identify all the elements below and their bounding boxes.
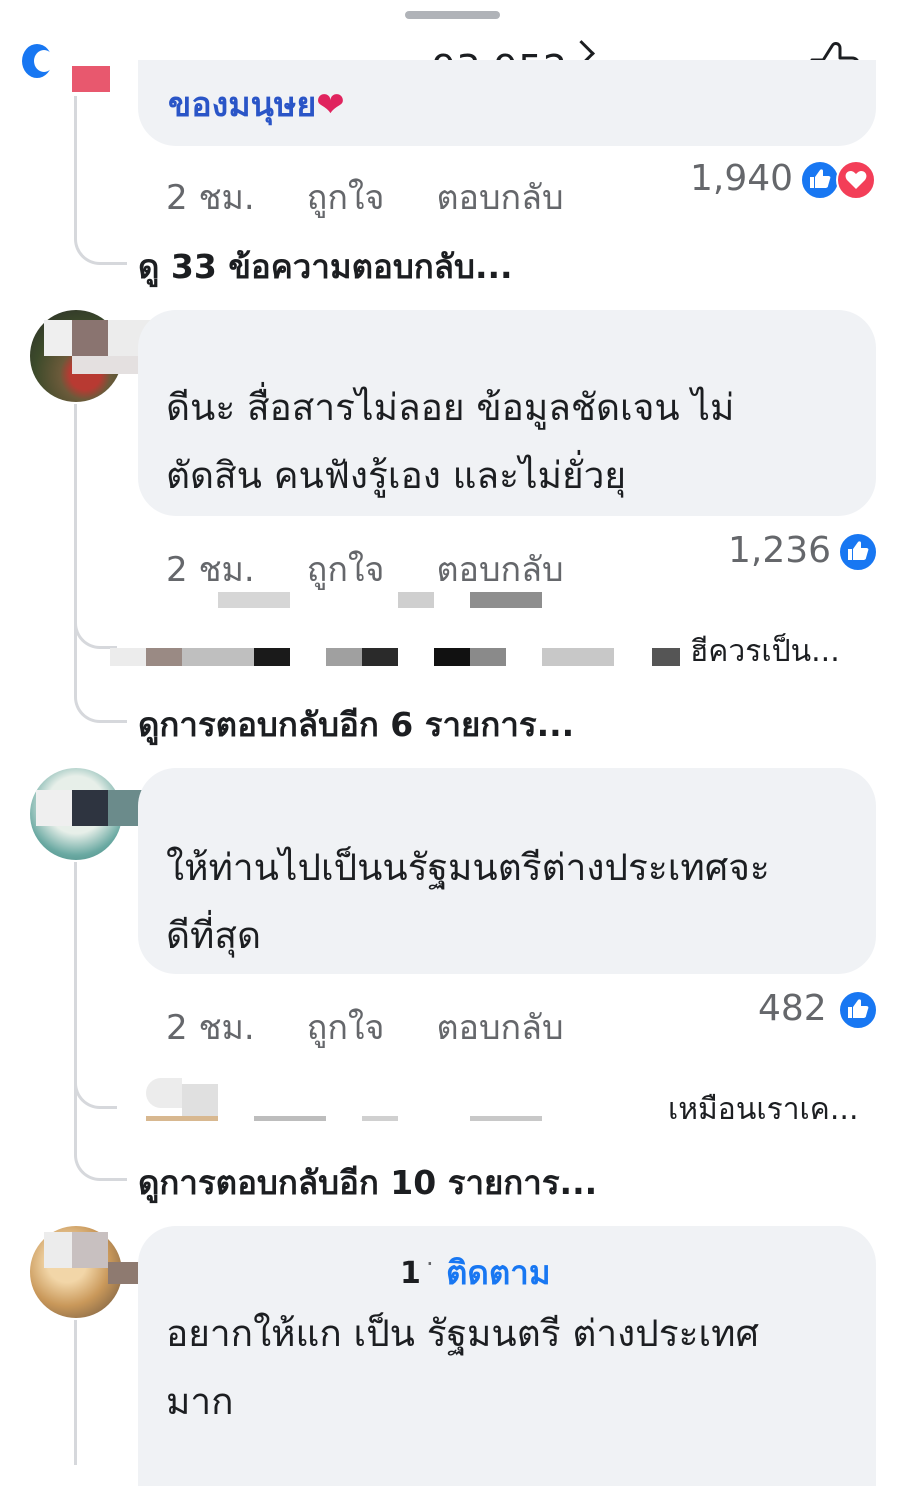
view-more-replies-link[interactable]: ดู 33 ข้อความตอบกลับ... xyxy=(138,240,513,293)
comment-meta: 2 ชม. ถูกใจ ตอบกลับ xyxy=(166,542,616,596)
reply-link[interactable]: ตอบกลับ xyxy=(436,178,563,218)
thread-connector xyxy=(74,670,127,723)
comment-text: ดีนะ สื่อสารไม่ลอย ข้อมูลชัดเจน ไม่ xyxy=(166,386,735,429)
comment-meta: 2 ชม. ถูกใจ ตอบกลับ xyxy=(166,170,616,224)
thread-connector xyxy=(74,600,117,649)
thread-line xyxy=(74,1320,77,1465)
comment-text: ดีที่สุด xyxy=(166,914,262,957)
follow-button[interactable]: ติดตาม xyxy=(446,1246,551,1299)
reply-link[interactable]: ตอบกลับ xyxy=(436,550,563,590)
separator-dot: · xyxy=(426,1250,434,1278)
thread-line xyxy=(74,862,77,1152)
like-icon xyxy=(838,990,878,1030)
reaction-count[interactable]: 1,940 xyxy=(690,158,793,199)
like-link[interactable]: ถูกใจ xyxy=(307,1008,385,1048)
comment-text: มาก xyxy=(166,1380,234,1423)
commenter-name-suffix[interactable]: 1 xyxy=(400,1256,421,1291)
thread-connector xyxy=(74,1128,127,1181)
view-more-replies-link[interactable]: ดูการตอบกลับอีก 6 รายการ... xyxy=(138,698,574,751)
comment-time: 2 ชม. xyxy=(166,178,255,218)
like-link[interactable]: ถูกใจ xyxy=(307,178,385,218)
like-icon xyxy=(800,160,840,200)
comment-text-partial: ของมนุษย❤ xyxy=(168,92,345,125)
reply-preview-text[interactable]: ฮีควรเป็น... xyxy=(690,628,840,675)
thread-connector xyxy=(74,1060,117,1109)
reaction-summary-icon xyxy=(22,44,54,78)
comment-text: อยากให้แก เป็น รัฐมนตรี ต่างประเทศ xyxy=(166,1312,759,1355)
sheet-drag-handle[interactable] xyxy=(405,11,500,19)
like-link[interactable]: ถูกใจ xyxy=(307,550,385,590)
thread-line xyxy=(74,404,77,694)
comment-time: 2 ชม. xyxy=(166,1008,255,1048)
reply-link[interactable]: ตอบกลับ xyxy=(436,1008,563,1048)
reaction-count[interactable]: 482 xyxy=(758,988,827,1029)
reaction-count[interactable]: 1,236 xyxy=(728,530,831,571)
like-icon xyxy=(838,532,878,572)
comment-time: 2 ชม. xyxy=(166,550,255,590)
comment-text: ให้ท่านไปเป็นนรัฐมนตรีต่างประเทศจะ xyxy=(166,846,770,889)
comment-text: ตัดสิน คนฟังรู้เอง และไม่ยั่วยุ xyxy=(166,454,627,497)
love-icon xyxy=(836,160,876,200)
thread-connector xyxy=(74,210,127,265)
comment-meta: 2 ชม. ถูกใจ ตอบกลับ xyxy=(166,1000,616,1054)
reply-preview-text[interactable]: เหมือนเราเค... xyxy=(668,1086,858,1133)
view-more-replies-link[interactable]: ดูการตอบกลับอีก 10 รายการ... xyxy=(138,1156,597,1209)
